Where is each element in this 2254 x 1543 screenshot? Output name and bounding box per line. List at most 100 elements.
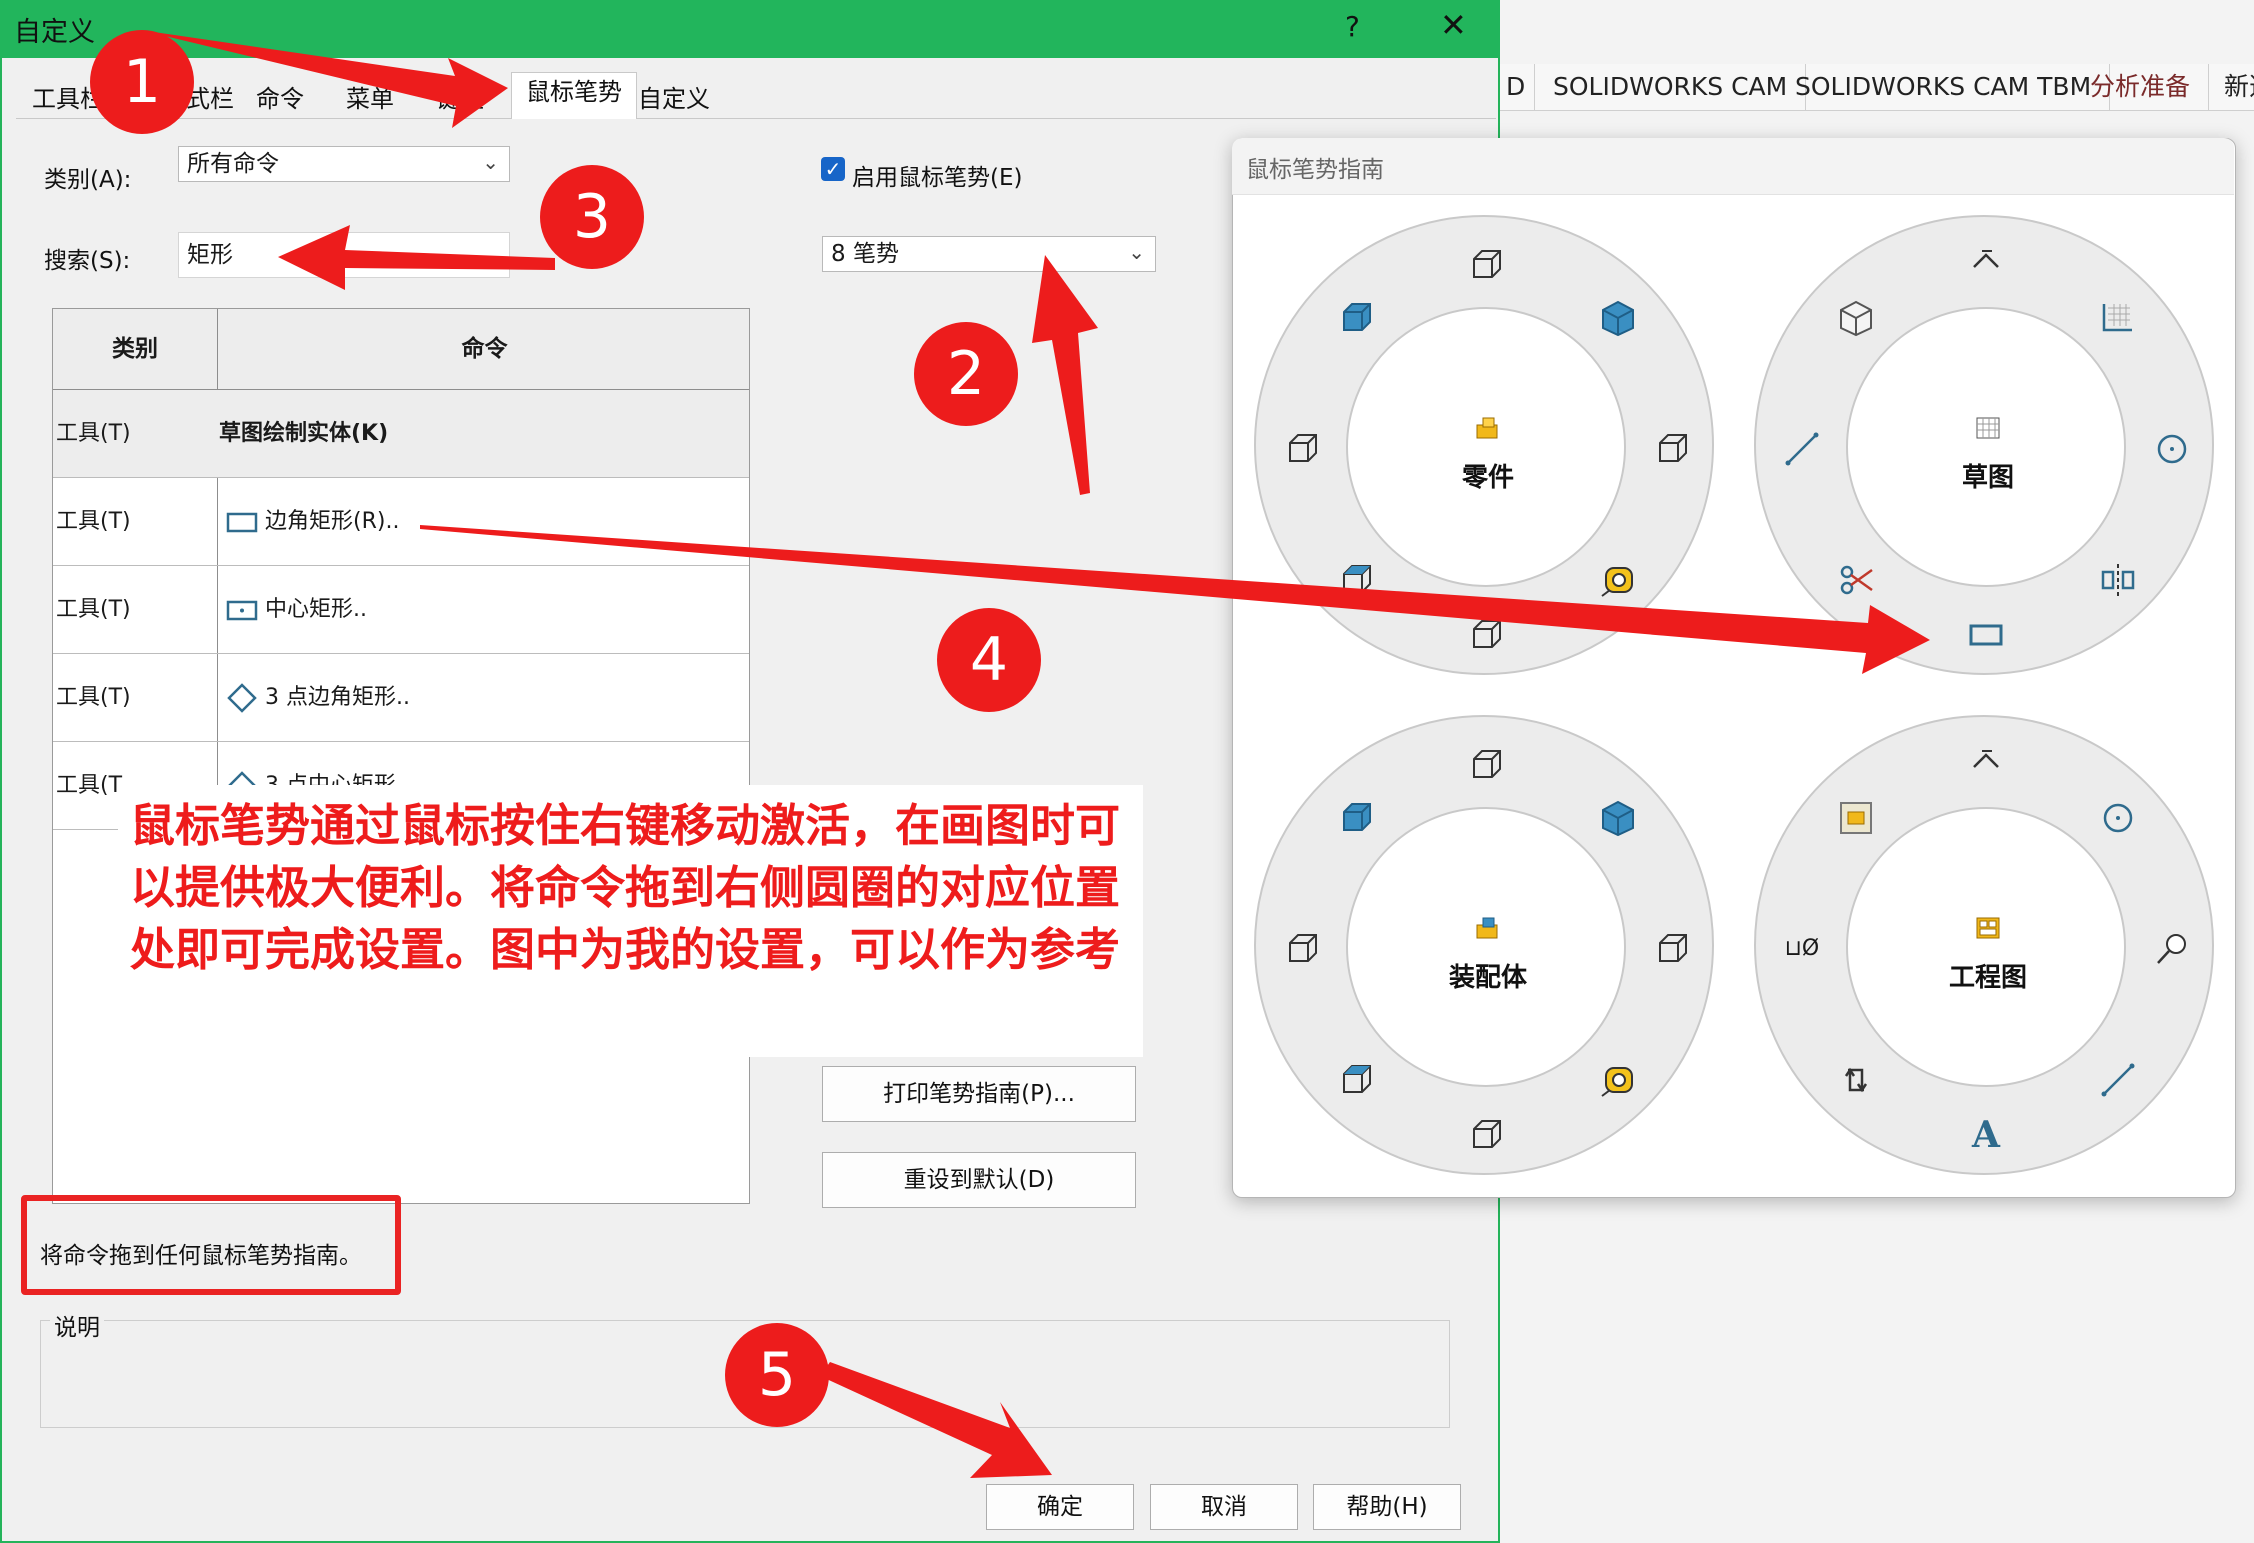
gesture-ring-sketch[interactable]: 草图	[1754, 215, 2214, 675]
ring-label-assembly: 装配体	[1448, 963, 1527, 993]
cube-wire-left-icon[interactable]	[1282, 429, 1322, 469]
table-row[interactable]: 工具(T) 草图绘制实体(K)	[53, 390, 749, 478]
sketch-icon	[1976, 417, 2000, 439]
table-row[interactable]: 工具(T) 3 点边角矩形..	[53, 654, 749, 742]
tab-customization[interactable]: 自定义	[638, 80, 710, 118]
cube-wire-top-icon[interactable]	[1466, 245, 1506, 285]
row-category: 工具(T)	[56, 509, 131, 534]
tab-mouse-gestures[interactable]: 鼠标笔势	[511, 72, 637, 119]
drawing-icon	[1976, 917, 2000, 939]
row-category: 工具(T)	[56, 421, 131, 446]
model-view-icon[interactable]	[1836, 798, 1876, 838]
gesture-count-select[interactable]: 8 笔势 ⌄	[822, 236, 1156, 272]
table-row[interactable]: 工具(T) 边角矩形(R)..	[53, 478, 749, 566]
cube-wire-right-icon[interactable]	[1652, 929, 1692, 969]
measure-icon[interactable]	[1598, 560, 1638, 600]
search-label: 搜索(S):	[44, 248, 131, 274]
enable-gestures-checkbox[interactable]: ✓	[821, 157, 845, 181]
cube-blue-tl-icon[interactable]	[1336, 798, 1376, 838]
hole-callout-icon[interactable]: ⊔Ø	[1772, 929, 1832, 969]
background-ribbon-tabs: D SOLIDWORKS CAM SOLIDWORKS CAM TBM 分析准备…	[1500, 64, 2254, 111]
chevron-down-icon: ⌄	[1128, 240, 1145, 264]
annotation-number-3: 3	[540, 165, 644, 269]
category-value: 所有命令	[187, 151, 279, 177]
row-command: 边角矩形(R)..	[265, 509, 400, 534]
ring-center: 草图	[1846, 307, 2126, 587]
cube-wire-bl-icon[interactable]	[1336, 560, 1376, 600]
cube-blue-tl-icon[interactable]	[1336, 298, 1376, 338]
category-label: 类别(A):	[44, 167, 132, 193]
balloon-icon[interactable]	[2152, 929, 2192, 969]
row-command-cell: 中心矩形..	[219, 566, 739, 654]
note-icon[interactable]: A	[1966, 1115, 2006, 1155]
ribbon-tab-analysis-prep[interactable]: 分析准备	[2072, 64, 2210, 110]
part-icon	[1476, 417, 1498, 439]
print-gesture-guide-button[interactable]: 打印笔势指南(P)...	[822, 1066, 1136, 1122]
tab-keyboard[interactable]: 键盘	[436, 80, 484, 118]
annotation-number-2: 2	[914, 322, 1018, 426]
chevron-down-icon: ⌄	[482, 150, 499, 174]
trim-icon[interactable]	[1836, 560, 1876, 600]
cube-white-icon[interactable]	[1836, 298, 1876, 338]
help-icon[interactable]: ?	[1345, 10, 1360, 43]
column-header-command[interactable]: 命令	[218, 309, 749, 390]
measure-icon[interactable]	[1598, 1060, 1638, 1100]
gesture-ring-part[interactable]: 零件	[1254, 215, 1714, 675]
ribbon-tab-solidworks-cam[interactable]: SOLIDWORKS CAM	[1535, 64, 1807, 110]
ok-button[interactable]: 确定	[986, 1484, 1134, 1530]
ribbon-tab-partial[interactable]: D	[1500, 64, 1535, 110]
ring-center: 装配体	[1346, 807, 1626, 1087]
mirror-icon[interactable]	[2098, 560, 2138, 600]
cube-blue-tr-icon[interactable]	[1598, 798, 1638, 838]
ribbon-tab-solidworks-cam-tbm[interactable]: SOLIDWORKS CAM TBM	[1777, 64, 2111, 110]
center-rectangle-icon	[226, 600, 258, 621]
ring-center: 工程图	[1846, 807, 2126, 1087]
gesture-ring-drawing[interactable]: 工程图 A ⊔Ø	[1754, 715, 2214, 1175]
row-category: 工具(T)	[56, 685, 131, 710]
annotation-number-4: 4	[937, 608, 1041, 712]
tab-commands[interactable]: 命令	[256, 80, 304, 118]
annotation-number-1: 1	[90, 30, 194, 134]
close-icon[interactable]: ✕	[1440, 6, 1467, 44]
row-command-cell: 边角矩形(R)..	[219, 478, 739, 566]
search-input[interactable]: 矩形	[178, 232, 510, 278]
row-command: 3 点边角矩形..	[265, 685, 410, 710]
help-button[interactable]: 帮助(H)	[1313, 1484, 1461, 1530]
column-header-category[interactable]: 类别	[53, 309, 217, 390]
cube-wire-bottom-icon[interactable]	[1466, 615, 1506, 655]
ring-label-part: 零件	[1461, 463, 1514, 493]
cube-wire-top-icon[interactable]	[1466, 745, 1506, 785]
line-icon[interactable]	[2098, 1060, 2138, 1100]
circle-icon[interactable]	[2152, 429, 2192, 469]
gesture-guide-title: 鼠标笔势指南	[1246, 157, 1384, 183]
gesture-ring-assembly[interactable]: 装配体	[1254, 715, 1714, 1175]
smart-dimension-icon[interactable]	[1966, 245, 2006, 285]
cube-wire-right-icon[interactable]	[1652, 429, 1692, 469]
cube-wire-bottom-icon[interactable]	[1466, 1115, 1506, 1155]
description-label: 说明	[50, 1308, 104, 1342]
cube-wire-bl-icon[interactable]	[1336, 1060, 1376, 1100]
dialog-title: 自定义	[14, 17, 95, 48]
circle-icon[interactable]	[2098, 798, 2138, 838]
enable-gestures-label: 启用鼠标笔势(E)	[852, 165, 1023, 191]
command-table: 类别 命令 工具(T) 草图绘制实体(K) 工具(T) 边角矩形(R).. 工具…	[52, 308, 750, 1204]
ribbon-tab-new[interactable]: 新选	[2206, 64, 2254, 110]
tab-menus[interactable]: 菜单	[346, 80, 394, 118]
ring-center: 零件	[1346, 307, 1626, 587]
ring-label-sketch: 草图	[1961, 463, 2014, 493]
gesture-count-value: 8 笔势	[831, 241, 899, 267]
row-command: 草图绘制实体(K)	[219, 421, 389, 446]
cancel-button[interactable]: 取消	[1150, 1484, 1298, 1530]
cube-blue-tr-icon[interactable]	[1598, 298, 1638, 338]
three-point-corner-rectangle-icon	[227, 683, 257, 713]
grid-icon[interactable]	[2098, 298, 2138, 338]
smart-dimension-icon[interactable]	[1966, 745, 2006, 785]
line-icon[interactable]	[1782, 429, 1822, 469]
category-select[interactable]: 所有命令 ⌄	[178, 146, 510, 182]
cube-wire-left-icon[interactable]	[1282, 929, 1322, 969]
table-row[interactable]: 工具(T) 中心矩形..	[53, 566, 749, 654]
reset-default-button[interactable]: 重设到默认(D)	[822, 1152, 1136, 1208]
dialog-titlebar[interactable]	[0, 0, 1500, 58]
rotate-icon[interactable]	[1836, 1060, 1876, 1100]
rectangle-icon[interactable]	[1966, 615, 2006, 655]
